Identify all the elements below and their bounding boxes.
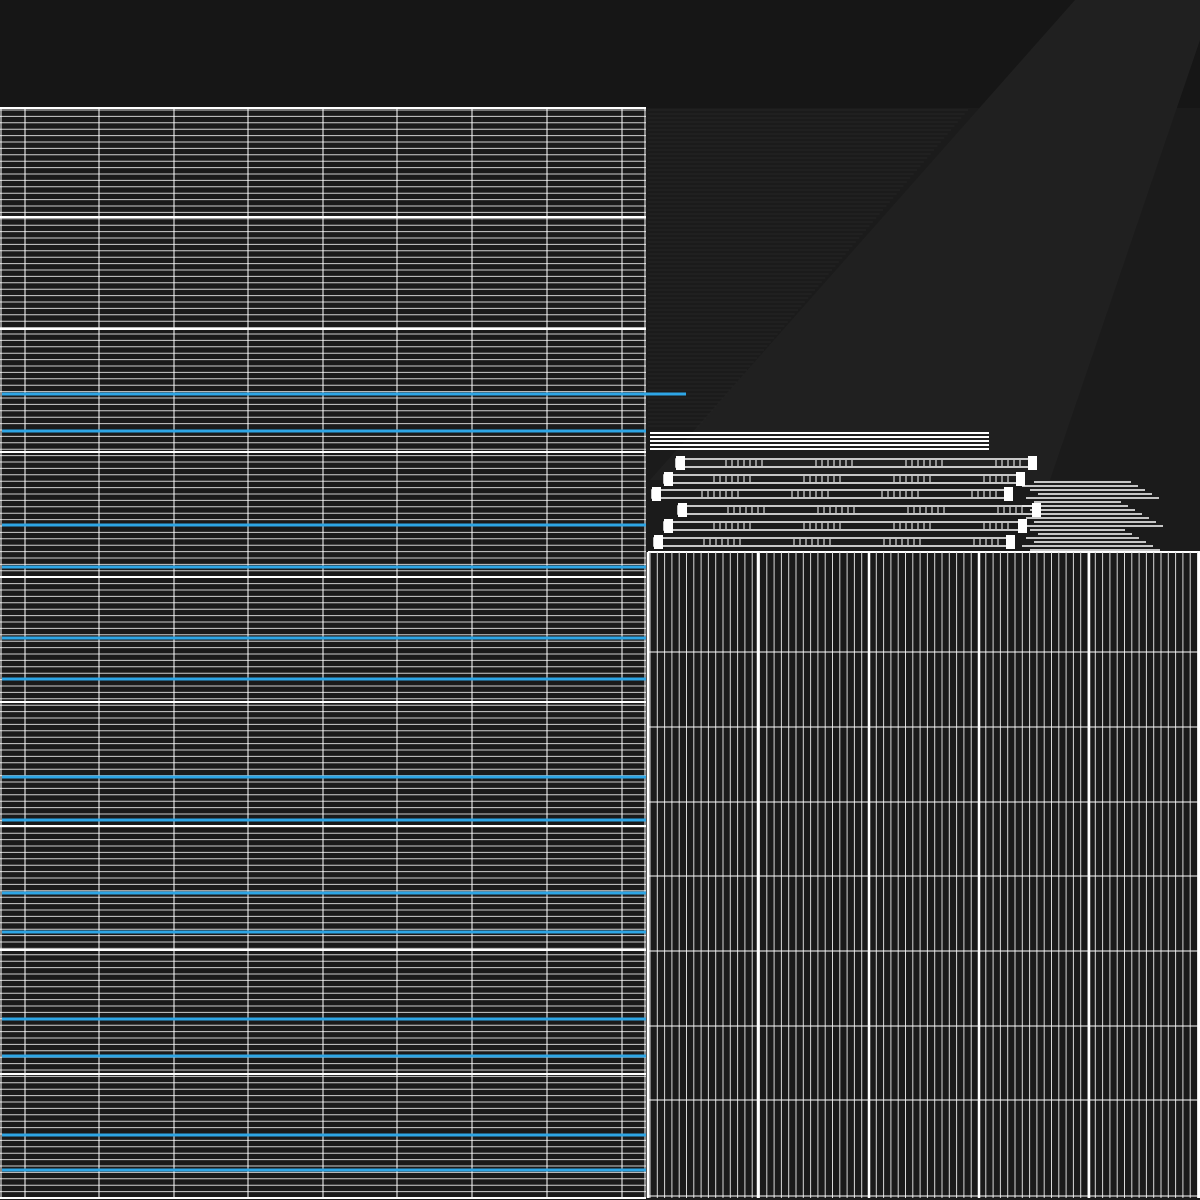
bar-end-cap xyxy=(678,503,687,517)
bar-end-cap xyxy=(1016,472,1025,486)
bar-end-cap xyxy=(1006,535,1015,549)
abstract-grid-artwork xyxy=(0,0,1200,1200)
bar-end-cap xyxy=(1028,456,1037,470)
bar-end-cap xyxy=(664,519,673,533)
bar-end-cap xyxy=(1004,487,1013,501)
bar-end-cap xyxy=(652,487,661,501)
bar-end-cap xyxy=(676,456,685,470)
left-grid-panel xyxy=(0,107,686,1199)
right-grid-panel xyxy=(646,551,1200,1198)
bar-end-cap xyxy=(654,535,663,549)
bar-end-cap xyxy=(664,472,673,486)
